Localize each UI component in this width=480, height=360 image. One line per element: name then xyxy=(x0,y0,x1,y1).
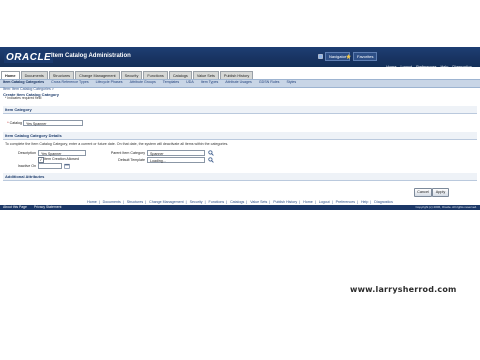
cancel-button[interactable]: Cancel xyxy=(414,188,432,197)
footer-links: Home | Documents | Structures | Change Mana… xyxy=(87,200,393,204)
footer-link[interactable]: Help xyxy=(361,200,368,204)
inactive-on-input[interactable] xyxy=(38,163,62,169)
subtab-uda[interactable]: UDA xyxy=(186,79,194,86)
catalog-label: * Catalog xyxy=(4,121,22,125)
footer-link[interactable]: Diagnostics xyxy=(374,200,393,204)
catalog-input[interactable]: Yes Spanner xyxy=(23,120,83,126)
instruction-text: To complete the Item Catalog Category, e… xyxy=(5,142,229,146)
subtab-styles[interactable]: Styles xyxy=(286,79,296,86)
help-link[interactable]: Help xyxy=(441,65,449,69)
subtab-attribute-groups[interactable]: Attribute Groups xyxy=(130,79,156,86)
footer-link[interactable]: Structures xyxy=(127,200,143,204)
footer-link[interactable]: Security xyxy=(190,200,203,204)
footer-link[interactable]: Preferences xyxy=(336,200,355,204)
subtab-item-catalog-categories[interactable]: Item Catalog Categories xyxy=(3,79,44,86)
subtab-lifecycle-phases[interactable]: Lifecycle Phases xyxy=(96,79,123,86)
footer-link[interactable]: Value Sets xyxy=(250,200,267,204)
subtab-attribute-usages[interactable]: Attribute Usages xyxy=(225,79,252,86)
subtab-cross-reference-types[interactable]: Cross Reference Types xyxy=(51,79,89,86)
subtab-gdsn-rules[interactable]: GDSN Rules xyxy=(259,79,280,86)
section-title-additional: Additional Attributes xyxy=(5,174,45,179)
footer-link[interactable]: Change Management xyxy=(149,200,184,204)
default-template-input[interactable]: Loading... xyxy=(147,157,205,163)
footer-link[interactable]: Catalogs xyxy=(230,200,244,204)
sub-tabs: Item Catalog Categories Cross Reference … xyxy=(1,79,296,86)
logout-link[interactable]: Logout xyxy=(400,65,412,69)
footer-link[interactable]: Publish History xyxy=(273,200,297,204)
parent-category-label: Parent Item Category xyxy=(110,151,145,155)
subtab-templates[interactable]: Templates xyxy=(163,79,179,86)
global-links: Home Logout Preferences Help Diagnostics xyxy=(386,65,472,69)
search-icon[interactable] xyxy=(208,150,214,156)
section-item-category: Item Category xyxy=(3,106,477,114)
default-template-value: Loading... xyxy=(150,159,166,163)
site-watermark: www.larrysherrod.com xyxy=(350,285,457,294)
subtab-item-types[interactable]: Item Types xyxy=(201,79,219,86)
apply-button[interactable]: Apply xyxy=(432,188,449,197)
calendar-icon[interactable] xyxy=(64,163,70,169)
navigator-icon xyxy=(318,54,323,59)
description-input[interactable]: Yes Spanner xyxy=(38,150,86,156)
section-title-item-category: Item Category xyxy=(5,107,32,112)
footer-link[interactable]: Logout xyxy=(319,200,330,204)
description-label: Description xyxy=(18,151,36,155)
parent-category-input[interactable]: Spanner xyxy=(147,150,205,156)
section-title-details: Item Catalog Category Details xyxy=(5,133,62,138)
footer-bar: About this Page Privacy Statement Copyri… xyxy=(0,205,480,210)
catalog-label-text: Catalog xyxy=(9,121,22,125)
about-page-link[interactable]: About this Page xyxy=(3,205,27,209)
home-link[interactable]: Home xyxy=(386,65,396,69)
favorites-label: Favorites xyxy=(353,52,378,61)
required-note-text: * Indicates required field xyxy=(5,96,42,100)
section-additional-attributes: Additional Attributes xyxy=(3,173,477,181)
item-creation-label: Item Creation Allowed xyxy=(44,157,79,161)
breadcrumb[interactable]: Item: Item Catalog Categories > xyxy=(3,87,54,91)
footer-link[interactable]: Functions xyxy=(209,200,225,204)
preferences-link[interactable]: Preferences xyxy=(416,65,436,69)
required-star: * xyxy=(7,121,9,125)
required-field-note: * Indicates required field xyxy=(5,96,41,100)
search-icon[interactable] xyxy=(208,157,214,163)
footer-link[interactable]: Home xyxy=(303,200,313,204)
section-category-details: Item Catalog Category Details xyxy=(3,132,477,140)
favorites-menu[interactable]: Favorites xyxy=(346,52,378,61)
main-tabs: Home Documents Structures Change Managem… xyxy=(1,71,254,80)
privacy-link[interactable]: Privacy Statement xyxy=(34,205,62,209)
application-window: ORACLE Item Catalog Administration Navig… xyxy=(0,0,480,222)
inactive-on-label: Inactive On xyxy=(17,164,36,168)
footer-link[interactable]: Home xyxy=(87,200,97,204)
default-template-label: Default Template xyxy=(118,158,145,162)
footer-left-links: About this Page Privacy Statement xyxy=(3,205,67,210)
copyright-text: Copyright (c) 2006, Oracle. All rights r… xyxy=(415,205,477,209)
favorites-icon xyxy=(346,54,351,59)
diagnostics-link[interactable]: Diagnostics xyxy=(452,65,472,69)
footer-link[interactable]: Documents xyxy=(103,200,121,204)
oracle-logo: ORACLE xyxy=(4,52,54,63)
app-title: Item Catalog Administration xyxy=(51,53,131,59)
